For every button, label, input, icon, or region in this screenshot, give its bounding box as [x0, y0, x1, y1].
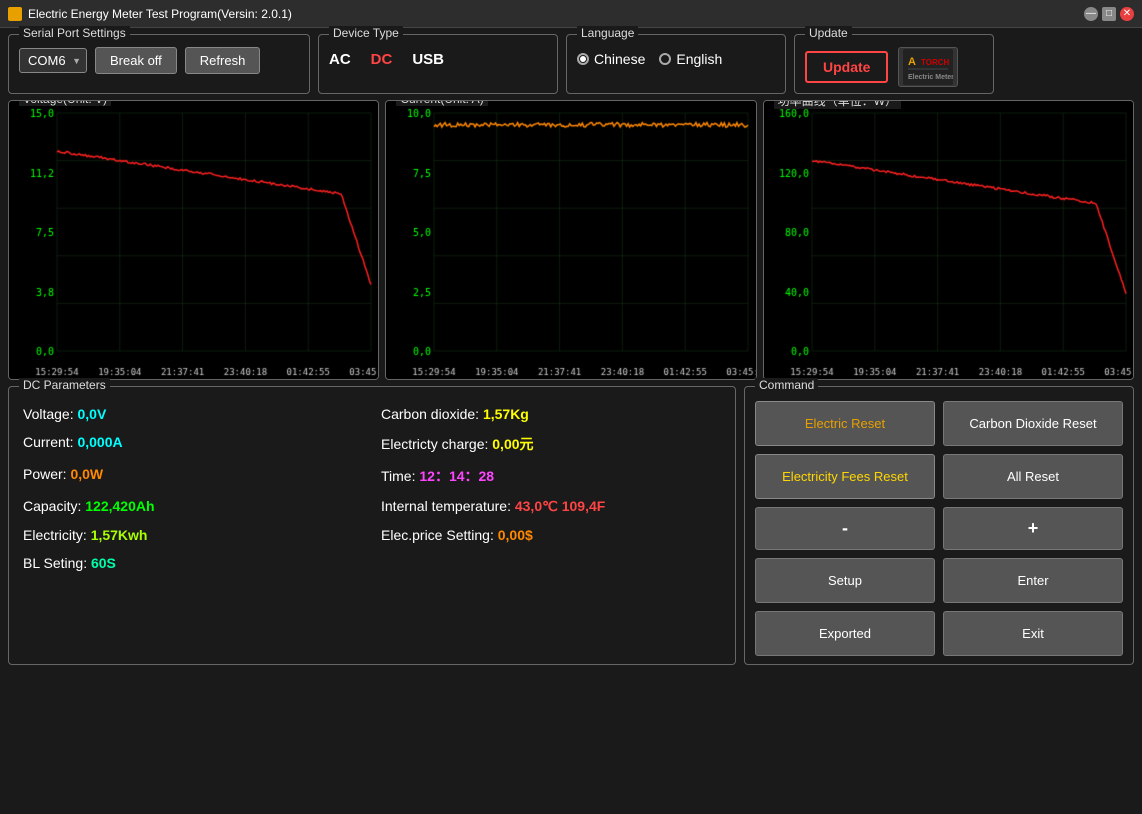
internal-temp-value: 43,0℃ 109,4F [515, 498, 605, 514]
capacity-label: Capacity: [23, 498, 81, 514]
voltage-chart-title: Voltage(Unit: V) [19, 100, 111, 106]
language-options: Chinese English [577, 51, 775, 67]
title-bar-left: Electric Energy Meter Test Program(Versi… [8, 7, 292, 21]
params-grid: Voltage: 0,0V Carbon dioxide: 1,57Kg Cur… [19, 401, 725, 576]
power-chart-panel: 功率曲线（单位：W） [763, 100, 1134, 380]
bl-setting-param: BL Seting: 60S [19, 550, 367, 576]
bl-setting-label: BL Seting: [23, 555, 87, 571]
power-chart-title: 功率曲线（单位：W） [774, 100, 901, 109]
chinese-option[interactable]: Chinese [577, 51, 645, 67]
power-param: Power: 0,0W [19, 461, 367, 491]
co2-value: 1,57Kg [483, 406, 529, 422]
com-select-wrapper[interactable]: COM6 COM1 COM2 COM3 COM4 COM5 [19, 48, 87, 73]
all-reset-button[interactable]: All Reset [943, 454, 1123, 499]
command-grid: Electric Reset Carbon Dioxide Reset Elec… [755, 401, 1123, 656]
voltage-canvas [9, 101, 379, 379]
dc-params-panel: DC Parameters Voltage: 0,0V Carbon dioxi… [8, 386, 736, 665]
title-bar: Electric Energy Meter Test Program(Versi… [0, 0, 1142, 28]
elec-price-param: Elec.price Setting: 0,00$ [377, 522, 725, 548]
current-canvas [386, 101, 756, 379]
plus-button[interactable]: + [943, 507, 1123, 550]
internal-temp-label: Internal temperature: [381, 498, 511, 514]
electric-reset-button[interactable]: Electric Reset [755, 401, 935, 446]
device-type-title: Device Type [329, 26, 403, 40]
capacity-param: Capacity: 122,420Ah [19, 493, 367, 520]
update-inner: Update A TORCH Electric Meter [805, 47, 983, 87]
current-chart-panel: Current(Unit: A) [385, 100, 756, 380]
bottom-row: DC Parameters Voltage: 0,0V Carbon dioxi… [8, 386, 1134, 665]
current-chart-title: Current(Unit: A) [396, 100, 487, 106]
command-panel: Command Electric Reset Carbon Dioxide Re… [744, 386, 1134, 665]
command-title: Command [755, 378, 818, 392]
co2-param: Carbon dioxide: 1,57Kg [377, 401, 725, 427]
electricity-label: Electricity: [23, 527, 87, 543]
power-value: 0,0W [70, 466, 103, 482]
update-title: Update [805, 26, 852, 40]
com-select[interactable]: COM6 COM1 COM2 COM3 COM4 COM5 [19, 48, 87, 73]
elec-charge-param: Electricty charge: 0,00元 [377, 429, 725, 459]
serial-port-title: Serial Port Settings [19, 26, 130, 40]
update-panel: Update Update A TORCH Electric Meter [794, 34, 994, 94]
serial-port-panel: Serial Port Settings COM6 COM1 COM2 COM3… [8, 34, 310, 94]
elec-charge-label: Electricty charge: [381, 436, 488, 452]
language-title: Language [577, 26, 638, 40]
exit-button[interactable]: Exit [943, 611, 1123, 656]
minimize-button[interactable]: — [1084, 7, 1098, 21]
device-ac-option[interactable]: AC [329, 51, 351, 68]
app-title: Electric Energy Meter Test Program(Versi… [28, 7, 292, 21]
device-options: AC DC USB [329, 51, 547, 68]
device-type-panel: Device Type AC DC USB [318, 34, 558, 94]
electricity-fees-reset-button[interactable]: Electricity Fees Reset [755, 454, 935, 499]
app-icon [8, 7, 22, 21]
power-canvas [764, 101, 1134, 379]
exported-button[interactable]: Exported [755, 611, 935, 656]
close-button[interactable]: ✕ [1120, 7, 1134, 21]
svg-text:A: A [908, 56, 916, 68]
voltage-chart-panel: Voltage(Unit: V) [8, 100, 379, 380]
atorch-logo: A TORCH Electric Meter [898, 47, 958, 87]
power-label: Power: [23, 466, 67, 482]
svg-text:TORCH: TORCH [921, 58, 950, 67]
charts-row: Voltage(Unit: V) Current(Unit: A) 功率曲线（单… [8, 100, 1134, 380]
device-dc-option[interactable]: DC [371, 51, 393, 68]
svg-text:Electric Meter: Electric Meter [908, 74, 953, 81]
internal-temp-param: Internal temperature: 43,0℃ 109,4F [377, 493, 725, 520]
electricity-value: 1,57Kwh [91, 527, 148, 543]
english-label: English [676, 51, 722, 67]
maximize-button[interactable]: □ [1102, 7, 1116, 21]
voltage-label: Voltage: [23, 406, 74, 422]
voltage-value: 0,0V [78, 406, 107, 422]
bl-setting-value: 60S [91, 555, 116, 571]
dc-params-title: DC Parameters [19, 378, 110, 392]
main-content: Serial Port Settings COM6 COM1 COM2 COM3… [0, 28, 1142, 671]
elec-charge-value: 0,00元 [492, 436, 533, 452]
current-label: Current: [23, 434, 74, 450]
capacity-value: 122,420Ah [85, 498, 154, 514]
english-radio[interactable] [659, 53, 671, 65]
elec-price-value: 0,00$ [498, 527, 533, 543]
enter-button[interactable]: Enter [943, 558, 1123, 603]
chinese-label: Chinese [594, 51, 645, 67]
title-bar-controls: — □ ✕ [1084, 7, 1134, 21]
language-panel: Language Chinese English [566, 34, 786, 94]
chinese-radio[interactable] [577, 53, 589, 65]
current-value: 0,000A [77, 434, 122, 450]
update-button[interactable]: Update [805, 51, 888, 83]
voltage-param: Voltage: 0,0V [19, 401, 367, 427]
device-usb-option[interactable]: USB [412, 51, 444, 68]
elec-price-label: Elec.price Setting: [381, 527, 494, 543]
co2-reset-button[interactable]: Carbon Dioxide Reset [943, 401, 1123, 446]
time-param: Time: 12：14：28 [377, 461, 725, 491]
english-option[interactable]: English [659, 51, 722, 67]
refresh-button[interactable]: Refresh [185, 47, 261, 74]
current-param: Current: 0,000A [19, 429, 367, 459]
time-label: Time: [381, 468, 415, 484]
co2-label: Carbon dioxide: [381, 406, 479, 422]
top-row: Serial Port Settings COM6 COM1 COM2 COM3… [8, 34, 1134, 94]
break-off-button[interactable]: Break off [95, 47, 177, 74]
minus-button[interactable]: - [755, 507, 935, 550]
setup-button[interactable]: Setup [755, 558, 935, 603]
electricity-param: Electricity: 1,57Kwh [19, 522, 367, 548]
time-value: 12：14：28 [419, 468, 494, 484]
